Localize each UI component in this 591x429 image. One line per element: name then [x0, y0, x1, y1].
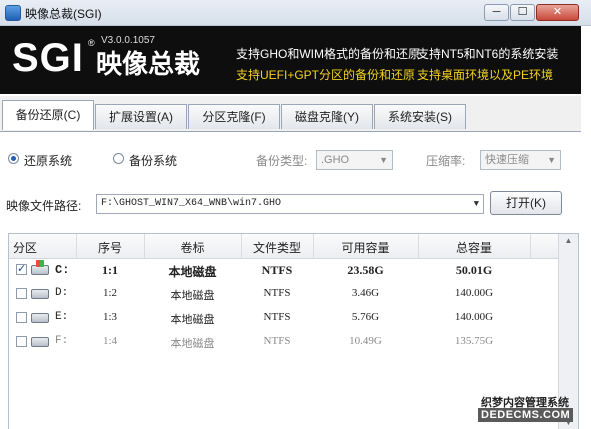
drive-letter: C:	[55, 263, 70, 277]
row-checkbox[interactable]	[16, 262, 27, 275]
drive-letter: D:	[55, 287, 69, 299]
table-row[interactable]: E: 1:3 本地磁盘 NTFS 5.76G 140.00G	[9, 306, 559, 330]
file-system: NTFS	[263, 287, 291, 299]
column-header[interactable]: 分区	[13, 239, 53, 256]
column-header[interactable]: 卷标	[145, 239, 240, 256]
total-size: 140.00G	[454, 311, 494, 323]
tab-disk-clone[interactable]: 磁盘克隆(Y)	[281, 104, 373, 129]
backup-label: 备份系统	[129, 154, 178, 168]
tab-backup-restore[interactable]: 备份还原(C)	[2, 100, 94, 130]
file-system: NTFS	[263, 335, 291, 347]
drive-letter: F:	[55, 335, 69, 347]
drive-icon	[31, 289, 49, 299]
row-index: 1:3	[102, 311, 118, 323]
row-index: 1:2	[102, 287, 118, 299]
table-row[interactable]: F: 1:4 本地磁盘 NTFS 10.49G 135.75G	[9, 330, 559, 354]
column-header[interactable]: 总容量	[419, 239, 529, 256]
banner: SGI ® V3.0.0.1057 映像总裁 支持GHO和WIM格式的备份和还原…	[0, 26, 581, 94]
app-icon	[5, 5, 21, 21]
drive-icon	[31, 337, 49, 347]
scroll-up-icon[interactable]: ▲	[559, 236, 578, 245]
row-checkbox[interactable]	[16, 288, 27, 299]
restore-label: 还原系统	[24, 154, 73, 168]
watermark-text: DEDECMS.COM	[478, 408, 574, 422]
row-index: 1:1	[102, 263, 118, 277]
tab-partition-clone[interactable]: 分区克隆(F)	[188, 104, 280, 129]
table-header: 分区 序号 卷标 文件类型 可用容量 总容量	[9, 234, 559, 259]
feature-text: 支持桌面环境以及PE环境	[417, 68, 554, 82]
feature-text: 支持NT5和NT6的系统安装	[417, 47, 559, 61]
drive-icon	[31, 313, 49, 323]
file-system: NTFS	[261, 263, 293, 277]
total-size: 50.01G	[455, 263, 493, 277]
column-header[interactable]: 可用容量	[314, 239, 417, 256]
column-divider	[530, 234, 531, 258]
free-space: 3.46G	[351, 287, 380, 299]
chevron-down-icon: ▼	[379, 155, 388, 165]
tab-panel-border	[0, 131, 581, 132]
tab-extended-settings[interactable]: 扩展设置(A)	[95, 104, 187, 129]
close-button[interactable]: ✕	[536, 4, 579, 21]
free-space: 23.58G	[347, 263, 384, 277]
backup-radio[interactable]	[113, 153, 124, 164]
row-index: 1:4	[102, 335, 118, 347]
open-button[interactable]: 打开(K)	[490, 191, 562, 215]
title-bar: 映像总裁(SGI) ─ ☐ ✕	[0, 0, 591, 26]
column-header[interactable]: 序号	[77, 239, 143, 256]
feature-text: 支持GHO和WIM格式的备份和还原	[236, 47, 420, 61]
column-header[interactable]: 文件类型	[242, 239, 312, 256]
row-checkbox[interactable]	[16, 336, 27, 347]
drive-letter: E:	[55, 311, 69, 323]
table-row[interactable]: C: 1:1 本地磁盘 NTFS 23.58G 50.01G	[9, 258, 559, 282]
close-icon: ✕	[552, 6, 563, 18]
minimize-button[interactable]: ─	[484, 4, 509, 21]
minimize-icon: ─	[492, 6, 501, 18]
registered-mark: ®	[88, 38, 95, 48]
free-space: 5.76G	[351, 311, 380, 323]
total-size: 140.00G	[454, 287, 494, 299]
compress-value: 快速压缩	[485, 154, 529, 166]
feature-text: 支持UEFI+GPT分区的备份和还原	[236, 68, 416, 82]
maximize-icon: ☐	[517, 6, 528, 18]
image-path-value: F:\GHOST_WIN7_X64_WNB\win7.GHO	[101, 198, 282, 209]
volume-label: 本地磁盘	[168, 265, 217, 279]
volume-label: 本地磁盘	[170, 338, 215, 350]
file-system: NTFS	[263, 311, 291, 323]
chevron-down-icon: ▼	[547, 155, 556, 165]
compress-label: 压缩率:	[426, 154, 466, 168]
sgi-logo: SGI	[12, 36, 84, 80]
free-space: 10.49G	[349, 335, 382, 347]
volume-label: 本地磁盘	[170, 314, 215, 326]
tab-bar: 备份还原(C) 扩展设置(A) 分区克隆(F) 磁盘克隆(Y) 系统安装(S)	[0, 96, 581, 132]
compress-select[interactable]: 快速压缩 ▼	[480, 150, 561, 170]
table-row[interactable]: D: 1:2 本地磁盘 NTFS 3.46G 140.00G	[9, 282, 559, 306]
system-drive-icon	[31, 260, 49, 275]
total-size: 135.75G	[454, 335, 494, 347]
product-name: 映像总裁	[96, 49, 201, 79]
window-title: 映像总裁(SGI)	[25, 7, 102, 21]
image-path-combo[interactable]: F:\GHOST_WIN7_X64_WNB\win7.GHO ▼	[96, 194, 484, 214]
volume-label: 本地磁盘	[170, 290, 215, 302]
backup-type-label: 备份类型:	[256, 154, 308, 168]
chevron-down-icon: ▼	[473, 199, 479, 209]
row-checkbox[interactable]	[16, 312, 27, 323]
backup-type-value: .GHO	[321, 154, 350, 166]
backup-type-select[interactable]: .GHO ▼	[316, 150, 393, 170]
restore-radio[interactable]	[8, 153, 19, 164]
image-path-label: 映像文件路径:	[6, 199, 82, 213]
maximize-button[interactable]: ☐	[510, 4, 535, 21]
tab-system-install[interactable]: 系统安装(S)	[374, 104, 466, 129]
